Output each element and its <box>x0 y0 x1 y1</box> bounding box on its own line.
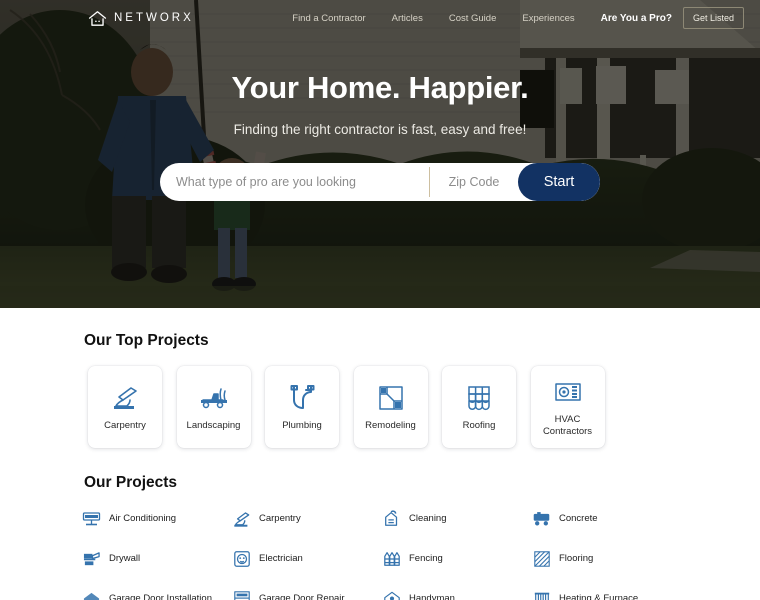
zip-code-input[interactable] <box>430 163 518 201</box>
carpentry-icon <box>232 510 251 529</box>
top-projects-title: Our Top Projects <box>84 332 209 349</box>
card-label: Plumbing <box>282 419 322 431</box>
landscaping-icon <box>199 383 229 413</box>
project-item-drywall[interactable]: Drywall <box>82 546 232 572</box>
roofing-icon <box>467 383 491 413</box>
nav-find-a-contractor[interactable]: Find a Contractor <box>279 13 378 24</box>
cleaning-icon <box>382 510 401 529</box>
get-listed-button[interactable]: Get Listed <box>682 7 744 29</box>
project-label: Garage Door Installation <box>109 592 212 600</box>
project-item-garage-door-installation[interactable]: Garage Door Installation <box>82 586 232 600</box>
project-item-cleaning[interactable]: Cleaning <box>382 506 532 532</box>
start-button[interactable]: Start <box>518 163 600 201</box>
concrete-icon <box>532 510 551 529</box>
service-type-input[interactable] <box>160 163 429 201</box>
project-label: Drywall <box>109 552 141 564</box>
logo-text: NETWORX <box>114 12 194 24</box>
hero-content: Your Home. Happier. Finding the right co… <box>0 0 760 308</box>
project-label: Handyman <box>409 592 455 600</box>
card-label: Roofing <box>462 419 496 431</box>
project-label: Cleaning <box>409 512 447 524</box>
fencing-icon <box>382 550 401 569</box>
flooring-icon <box>532 550 551 569</box>
project-item-garage-door-repair[interactable]: Garage Door Repair <box>232 586 382 600</box>
project-label: Fencing <box>409 552 443 564</box>
garage-door-repair-icon <box>232 590 251 600</box>
project-item-electrician[interactable]: Electrician <box>232 546 382 572</box>
top-project-card-remodeling[interactable]: Remodeling <box>353 366 428 448</box>
site-header: NETWORX Find a Contractor Articles Cost … <box>0 0 760 36</box>
top-project-card-landscaping[interactable]: Landscaping <box>176 366 251 448</box>
project-label: Electrician <box>259 552 303 564</box>
main-nav: Find a Contractor Articles Cost Guide Ex… <box>279 7 744 29</box>
plumbing-icon <box>289 383 315 413</box>
hero-section: NETWORX Find a Contractor Articles Cost … <box>0 0 760 308</box>
project-item-air-conditioning[interactable]: Air Conditioning <box>82 506 232 532</box>
site-logo[interactable]: NETWORX <box>88 10 194 27</box>
nav-articles[interactable]: Articles <box>379 13 436 24</box>
project-item-concrete[interactable]: Concrete <box>532 506 682 532</box>
projects-grid: Air Conditioning Carpentry Cleaning Conc… <box>82 506 702 600</box>
nav-cost-guide[interactable]: Cost Guide <box>436 13 510 24</box>
hero-search-bar: Start <box>160 163 600 201</box>
top-project-card-roofing[interactable]: Roofing <box>442 366 516 448</box>
garage-door-icon <box>82 590 101 600</box>
heating-furnace-icon <box>532 590 551 600</box>
nav-experiences[interactable]: Experiences <box>509 13 587 24</box>
air-conditioning-icon <box>82 510 101 529</box>
remodeling-icon <box>378 383 404 413</box>
drywall-icon <box>82 550 101 569</box>
hero-title: Your Home. Happier. <box>231 70 529 105</box>
project-item-carpentry[interactable]: Carpentry <box>232 506 382 532</box>
project-label: Concrete <box>559 512 598 524</box>
project-label: Garage Door Repair <box>259 592 345 600</box>
nav-are-you-a-pro[interactable]: Are You a Pro? <box>588 13 683 24</box>
hero-subtitle: Finding the right contractor is fast, ea… <box>233 122 527 137</box>
carpentry-icon <box>111 383 139 413</box>
project-label: Flooring <box>559 552 594 564</box>
handyman-icon <box>382 590 401 600</box>
hvac-icon <box>554 377 582 407</box>
top-project-card-hvac[interactable]: HVAC Contractors <box>530 366 605 448</box>
house-icon <box>88 10 107 27</box>
project-item-handyman[interactable]: Handyman <box>382 586 532 600</box>
card-label: Carpentry <box>104 419 146 431</box>
top-projects-cards: Carpentry Landscaping Plumbing Remodelin… <box>88 366 760 448</box>
top-project-card-plumbing[interactable]: Plumbing <box>265 366 339 448</box>
project-item-flooring[interactable]: Flooring <box>532 546 682 572</box>
top-project-card-carpentry[interactable]: Carpentry <box>88 366 162 448</box>
project-label: Heating & Furnace <box>559 592 639 600</box>
card-label: Landscaping <box>186 419 241 431</box>
project-label: Carpentry <box>259 512 301 524</box>
project-label: Air Conditioning <box>109 512 177 524</box>
card-label: HVAC Contractors <box>542 413 593 437</box>
projects-title: Our Projects <box>84 474 178 491</box>
card-label: Remodeling <box>365 419 416 431</box>
project-item-fencing[interactable]: Fencing <box>382 546 532 572</box>
electrician-icon <box>232 550 251 569</box>
project-item-heating-furnace[interactable]: Heating & Furnace <box>532 586 682 600</box>
